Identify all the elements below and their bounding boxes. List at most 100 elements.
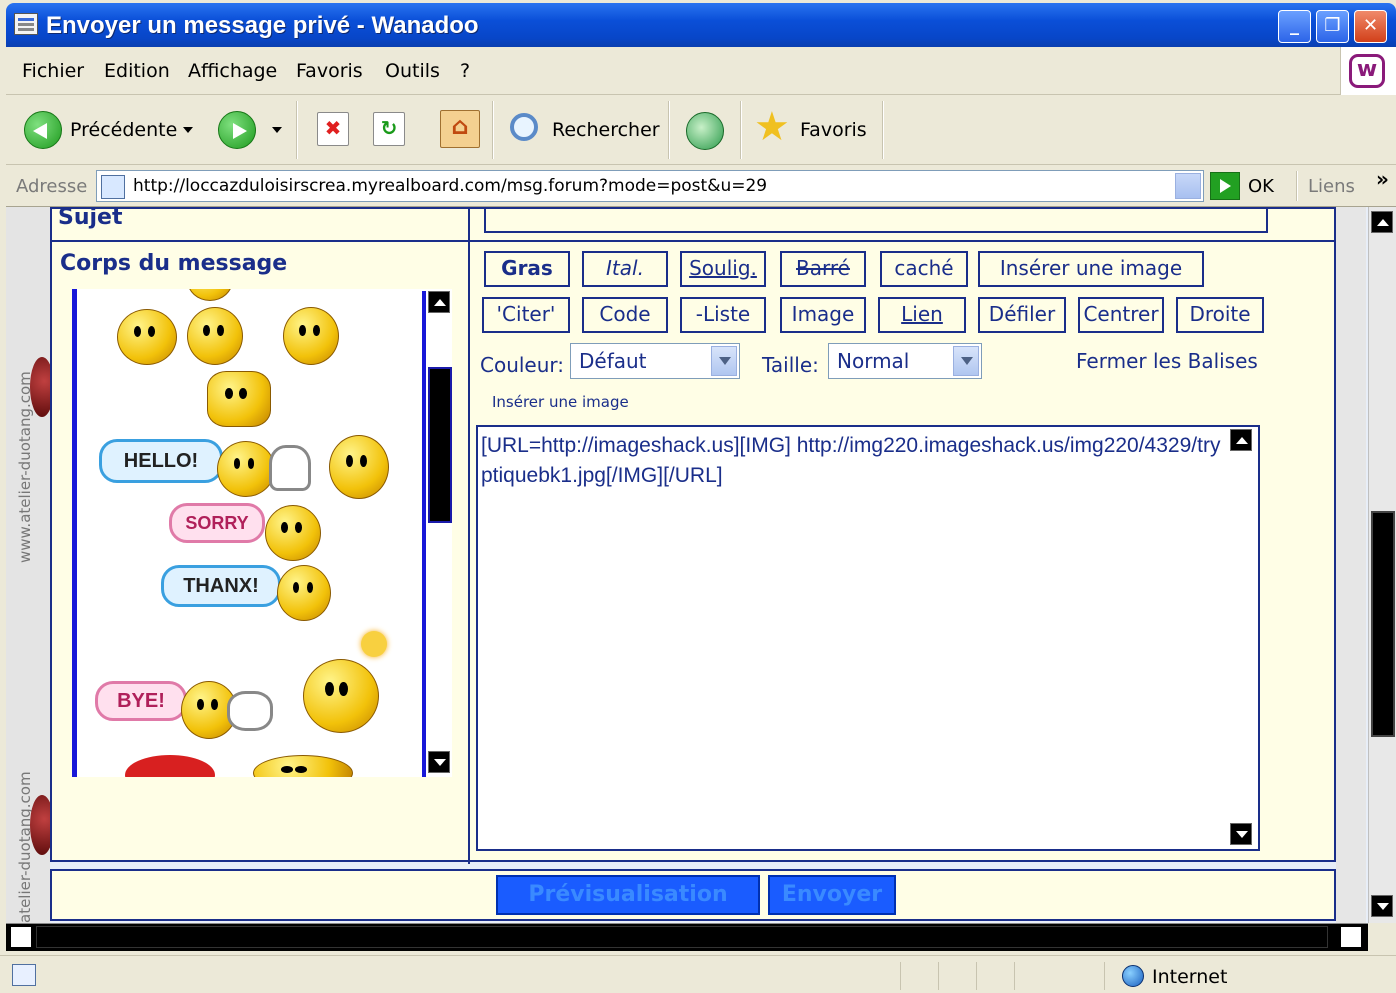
back-arrow-icon[interactable] [24, 111, 62, 149]
forward-arrow-icon[interactable] [218, 111, 256, 149]
size-dropdown-icon[interactable] [953, 346, 979, 376]
form-column-divider [468, 209, 470, 864]
smiley[interactable] [265, 505, 321, 561]
smiley[interactable] [283, 307, 339, 365]
toolbar-separator [296, 101, 298, 159]
history-icon[interactable] [686, 112, 724, 150]
smiley-panel: HELLO! SORRY THANX! BYE! [72, 289, 452, 777]
page-scroll-thumb[interactable] [1371, 511, 1395, 737]
form-row-divider [52, 240, 1338, 242]
stop-icon[interactable]: ✖ [317, 112, 349, 146]
center-button[interactable]: Centrer [1078, 297, 1164, 333]
link-button[interactable]: Lien [878, 297, 966, 333]
sorry-bubble[interactable]: SORRY [169, 503, 265, 543]
menu-outils[interactable]: Outils [385, 60, 440, 82]
left-decoration: www.atelier-duotang.com atelier-duotang.… [6, 207, 54, 923]
italic-button[interactable]: Ital. [582, 251, 668, 287]
links-label[interactable]: Liens [1308, 176, 1355, 197]
smiley[interactable] [187, 289, 233, 301]
smiley[interactable] [217, 441, 275, 497]
favorites-button-label[interactable]: Favoris [800, 119, 867, 141]
smiley[interactable] [207, 371, 271, 427]
smiley[interactable] [187, 307, 243, 365]
strike-button[interactable]: Barré [780, 251, 866, 287]
smiley[interactable] [303, 659, 379, 733]
page-vertical-scrollbar[interactable] [1368, 207, 1396, 923]
go-button-label[interactable]: OK [1248, 176, 1274, 197]
textarea-scroll-down-icon[interactable] [1230, 823, 1252, 845]
toolbar-separator [492, 101, 494, 159]
textarea-scroll-up-icon[interactable] [1230, 429, 1252, 451]
toolbar-separator [1296, 171, 1298, 201]
home-icon[interactable]: ⌂ [440, 110, 480, 148]
hidden-button[interactable]: caché [880, 251, 968, 287]
smiley-scrollbar[interactable] [412, 291, 456, 777]
color-select[interactable]: Défaut [570, 343, 740, 379]
go-arrow-icon[interactable] [1210, 172, 1240, 200]
page-scroll-up-icon[interactable] [1371, 211, 1393, 233]
status-bar: Internet [0, 955, 1396, 993]
menu-favoris[interactable]: Favoris [296, 60, 363, 82]
page-status-icon [12, 964, 36, 986]
color-label: Couleur: [480, 353, 565, 377]
message-textarea[interactable]: [URL=http://imageshack.us][IMG] http://i… [476, 425, 1260, 851]
minimize-button[interactable]: _ [1278, 10, 1311, 43]
size-select-value: Normal [837, 349, 910, 373]
page-scroll-down-icon[interactable] [1371, 895, 1393, 917]
links-chevron-icon[interactable]: » [1376, 167, 1389, 191]
web-content: www.atelier-duotang.com atelier-duotang.… [6, 207, 1368, 923]
right-align-button[interactable]: Droite [1176, 297, 1264, 333]
address-bar: Adresse http://loccazduloisirscrea.myrea… [6, 165, 1396, 207]
message-text[interactable]: [URL=http://imageshack.us][IMG] http://i… [481, 431, 1221, 491]
bye-bubble[interactable]: BYE! [95, 681, 187, 721]
smiley[interactable] [253, 755, 353, 777]
smiley[interactable] [277, 565, 331, 621]
security-zone-label: Internet [1152, 966, 1228, 988]
submit-row: Prévisualisation Envoyer [50, 869, 1336, 921]
back-dropdown-icon[interactable] [183, 127, 193, 133]
page-scroll-right-icon[interactable] [1340, 926, 1362, 948]
forward-dropdown-icon[interactable] [272, 127, 282, 133]
smiley[interactable] [329, 435, 389, 499]
scroll-up-icon[interactable] [428, 291, 450, 313]
search-button-label[interactable]: Rechercher [552, 119, 660, 141]
hello-bubble[interactable]: HELLO! [99, 439, 223, 483]
insert-image-button[interactable]: Insérer une image [978, 251, 1204, 287]
menu-edition[interactable]: Edition [104, 60, 170, 82]
list-button[interactable]: -Liste [680, 297, 766, 333]
menu-help[interactable]: ? [460, 60, 470, 82]
page-scroll-left-icon[interactable] [10, 926, 32, 948]
back-button-label[interactable]: Précédente [70, 119, 177, 141]
scroll-thumb[interactable] [428, 367, 452, 523]
address-field[interactable]: http://loccazduloisirscrea.myrealboard.c… [96, 170, 1204, 202]
page-icon [101, 175, 125, 199]
tomato-icon [125, 755, 215, 777]
close-tags-link[interactable]: Fermer les Balises [1076, 349, 1258, 373]
size-select[interactable]: Normal [828, 343, 982, 379]
color-dropdown-icon[interactable] [711, 346, 737, 376]
address-dropdown-icon[interactable] [1175, 173, 1201, 199]
bold-button[interactable]: Gras [484, 251, 570, 287]
page-hscroll-thumb[interactable] [36, 926, 1328, 948]
side-watermark-2: atelier-duotang.com [16, 771, 34, 923]
scroll-down-icon[interactable] [428, 751, 450, 773]
close-button[interactable]: ✕ [1354, 10, 1387, 43]
menu-affichage[interactable]: Affichage [188, 60, 277, 82]
maximize-button[interactable]: ❐ [1316, 10, 1349, 43]
subject-input[interactable] [484, 209, 1268, 233]
page-horizontal-scrollbar[interactable] [6, 923, 1368, 951]
refresh-icon[interactable]: ↻ [373, 112, 405, 146]
address-url[interactable]: http://loccazduloisirscrea.myrealboard.c… [133, 176, 767, 196]
preview-button[interactable]: Prévisualisation [496, 875, 760, 915]
search-icon[interactable] [510, 113, 538, 141]
underline-button[interactable]: Soulig. [680, 251, 766, 287]
scroll-text-button[interactable]: Défiler [978, 297, 1066, 333]
menu-fichier[interactable]: Fichier [22, 60, 84, 82]
quote-button[interactable]: 'Citer' [482, 297, 570, 333]
favorites-star-icon[interactable]: ★ [754, 105, 790, 149]
smiley[interactable] [117, 309, 177, 365]
image-button[interactable]: Image [780, 297, 866, 333]
send-button[interactable]: Envoyer [768, 875, 896, 915]
code-button[interactable]: Code [582, 297, 668, 333]
thanx-bubble[interactable]: THANX! [161, 565, 281, 607]
